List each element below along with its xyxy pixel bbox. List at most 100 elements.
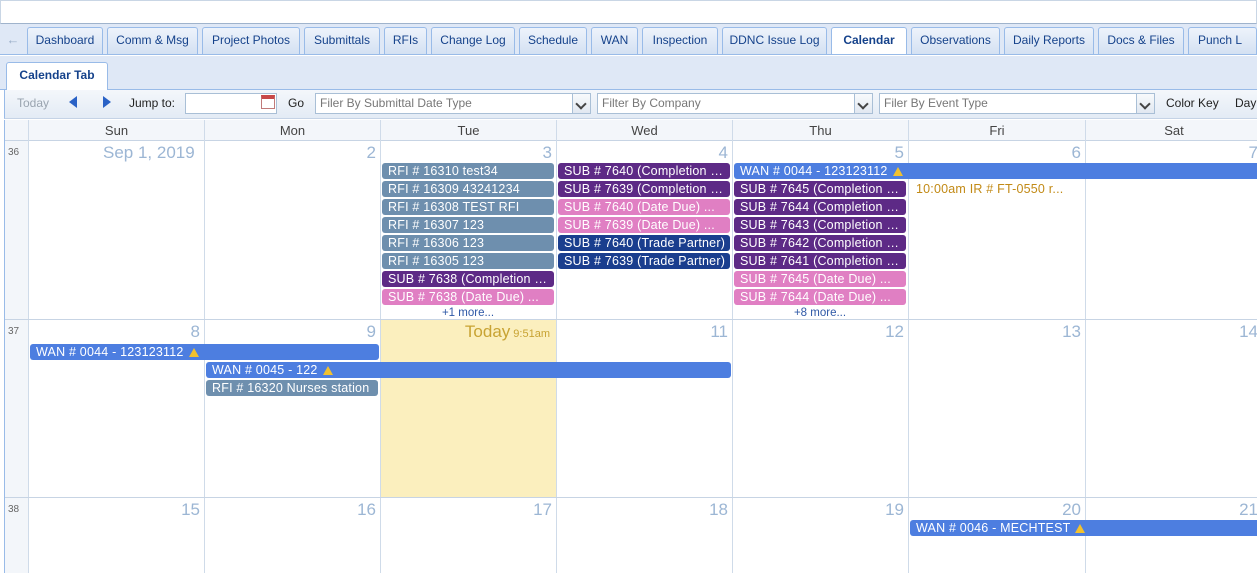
day-number: 20 [1062, 500, 1081, 519]
calendar-toolbar: Today Jump to: Go Filer By Submittal Dat… [4, 90, 1257, 119]
calendar-event-inspection[interactable]: 10:00am IR # FT-0550 r... [912, 181, 1082, 197]
calendar-event-submittal[interactable]: SUB # 7640 (Trade Partner) [558, 235, 730, 251]
calendar-event-submittal[interactable]: SUB # 7640 (Completion Date) [558, 163, 730, 179]
weekday-header-row: Sun Mon Tue Wed Thu Fri Sat [5, 120, 1257, 141]
calendar-event-submittal[interactable]: SUB # 7644 (Completion Date) [734, 199, 906, 215]
calendar-event-submittal[interactable]: SUB # 7642 (Completion Date) [734, 235, 906, 251]
day-cell[interactable]: 2 [204, 141, 380, 319]
event-label: WAN # 0044 - 123123112 [740, 164, 888, 178]
tab-change-log[interactable]: Change Log [431, 27, 515, 54]
calendar-event-submittal[interactable]: SUB # 7644 (Date Due) ... [734, 289, 906, 305]
calendar-event-rfi[interactable]: RFI # 16320 Nurses station [206, 380, 378, 396]
calendar-event-submittal[interactable]: SUB # 7639 (Completion Date) [558, 181, 730, 197]
calendar-event-submittal[interactable]: SUB # 7645 (Completion Date) [734, 181, 906, 197]
tab-submittals[interactable]: Submittals [304, 27, 380, 54]
calendar-event-wan[interactable]: WAN # 0046 - MECHTEST [910, 520, 1257, 536]
day-number: 14 [1239, 322, 1257, 341]
day-cell[interactable]: 13 [908, 320, 1085, 497]
calendar-event-rfi[interactable]: RFI # 16307 123 [382, 217, 554, 233]
chevron-down-icon[interactable] [854, 94, 872, 113]
tab-dashboard[interactable]: Dashboard [27, 27, 103, 54]
month-calendar-grid: Sun Mon Tue Wed Thu Fri Sat 36 Sep 1, 20… [4, 120, 1257, 573]
calendar-event-submittal[interactable]: SUB # 7639 (Date Due) ... [558, 217, 730, 233]
day-cell[interactable]: 16 [204, 498, 380, 573]
tab-punch-list[interactable]: Punch L [1188, 27, 1257, 54]
day-cell[interactable]: 19 [732, 498, 908, 573]
day-number: 13 [1062, 322, 1081, 341]
weekday-header-wed: Wed [556, 120, 732, 141]
calendar-event-wan[interactable]: WAN # 0045 - 122 [206, 362, 731, 378]
arrow-left-icon[interactable]: ← [4, 29, 22, 51]
weekday-header-sun: Sun [28, 120, 204, 141]
sub-tab-bar: Calendar Tab [0, 56, 1257, 90]
tab-docs-files[interactable]: Docs & Files [1098, 27, 1184, 54]
color-key-button[interactable]: Color Key [1166, 90, 1219, 117]
day-view-button[interactable]: Day [1235, 90, 1256, 117]
tab-project-photos[interactable]: Project Photos [202, 27, 300, 54]
day-number: 21 [1239, 500, 1257, 519]
weekday-header-tue: Tue [380, 120, 556, 141]
tab-schedule[interactable]: Schedule [519, 27, 587, 54]
filter-event-type-select[interactable]: Filer By Event Type [879, 93, 1155, 114]
day-number: 16 [357, 500, 376, 519]
day-number: 9 [366, 322, 376, 341]
today-label: Today [464, 322, 511, 341]
calendar-event-wan[interactable]: WAN # 0044 - 123123112 [30, 344, 379, 360]
week-row-36: 36 Sep 1, 2019 2 3 4 5 6 7 RFI # 16310 t… [5, 141, 1257, 320]
chevron-down-icon[interactable] [572, 94, 590, 113]
day-cell-today[interactable]: Today 9:51am [380, 320, 556, 497]
weekday-header-mon: Mon [204, 120, 380, 141]
calendar-event-submittal[interactable]: SUB # 7645 (Date Due) ... [734, 271, 906, 287]
tab-calendar[interactable]: Calendar [831, 27, 907, 54]
day-cell[interactable]: 14 [1085, 320, 1257, 497]
calendar-event-rfi[interactable]: RFI # 16308 TEST RFI [382, 199, 554, 215]
more-events-link[interactable]: +1 more... [382, 306, 554, 320]
filter-submittal-date-type-select[interactable]: Filer By Submittal Date Type [315, 93, 591, 114]
warning-icon [892, 167, 903, 176]
day-cell[interactable]: 12 [732, 320, 908, 497]
tab-rfis[interactable]: RFIs [384, 27, 427, 54]
day-number: 15 [181, 500, 200, 519]
calendar-event-submittal[interactable]: SUB # 7638 (Completion Date) [382, 271, 554, 287]
day-number: 17 [533, 500, 552, 519]
tab-inspection[interactable]: Inspection [642, 27, 718, 54]
tab-ddnc-issue-log[interactable]: DDNC Issue Log [722, 27, 827, 54]
go-button[interactable]: Go [288, 90, 304, 117]
day-cell[interactable]: 18 [556, 498, 732, 573]
day-number: 18 [709, 500, 728, 519]
calendar-event-rfi[interactable]: RFI # 16306 123 [382, 235, 554, 251]
day-number: 7 [1249, 143, 1257, 163]
tab-comm-msg[interactable]: Comm & Msg [107, 27, 198, 54]
day-cell[interactable]: 15 [28, 498, 204, 573]
week-number: 38 [5, 498, 28, 573]
day-cell[interactable]: Sep 1, 2019 [28, 141, 204, 319]
calendar-icon[interactable] [261, 95, 275, 109]
calendar-event-submittal[interactable]: SUB # 7639 (Trade Partner) [558, 253, 730, 269]
today-button[interactable]: Today [17, 90, 49, 117]
jump-to-label: Jump to: [129, 96, 176, 110]
triangle-right-icon[interactable] [103, 96, 111, 108]
calendar-event-rfi[interactable]: RFI # 16309 43241234 [382, 181, 554, 197]
calendar-event-submittal[interactable]: SUB # 7638 (Date Due) ... [382, 289, 554, 305]
week-row-37: 37 8 9 Today 9:51am 11 12 13 14 WAN # 004… [5, 320, 1257, 498]
calendar-event-wan[interactable]: WAN # 0044 - 123123112 [734, 163, 1257, 179]
tab-observations[interactable]: Observations [911, 27, 1000, 54]
day-cell[interactable]: 11 [556, 320, 732, 497]
more-events-link[interactable]: +8 more... [734, 306, 906, 320]
day-number: 12 [885, 322, 904, 341]
calendar-event-submittal[interactable]: SUB # 7643 (Completion Date) [734, 217, 906, 233]
tab-wan[interactable]: WAN [591, 27, 638, 54]
tab-calendar-tab[interactable]: Calendar Tab [6, 62, 108, 90]
calendar-event-submittal[interactable]: SUB # 7641 (Completion Date) [734, 253, 906, 269]
day-cell[interactable]: 17 [380, 498, 556, 573]
calendar-event-rfi[interactable]: RFI # 16305 123 [382, 253, 554, 269]
tab-daily-reports[interactable]: Daily Reports [1004, 27, 1094, 54]
day-number: 8 [190, 322, 200, 341]
calendar-event-rfi[interactable]: RFI # 16310 test34 [382, 163, 554, 179]
filter-company-select[interactable]: Filter By Company [597, 93, 873, 114]
weekday-header-thu: Thu [732, 120, 908, 141]
weekday-header-sat: Sat [1085, 120, 1257, 141]
calendar-event-submittal[interactable]: SUB # 7640 (Date Due) ... [558, 199, 730, 215]
chevron-down-icon[interactable] [1136, 94, 1154, 113]
triangle-left-icon[interactable] [69, 96, 77, 108]
